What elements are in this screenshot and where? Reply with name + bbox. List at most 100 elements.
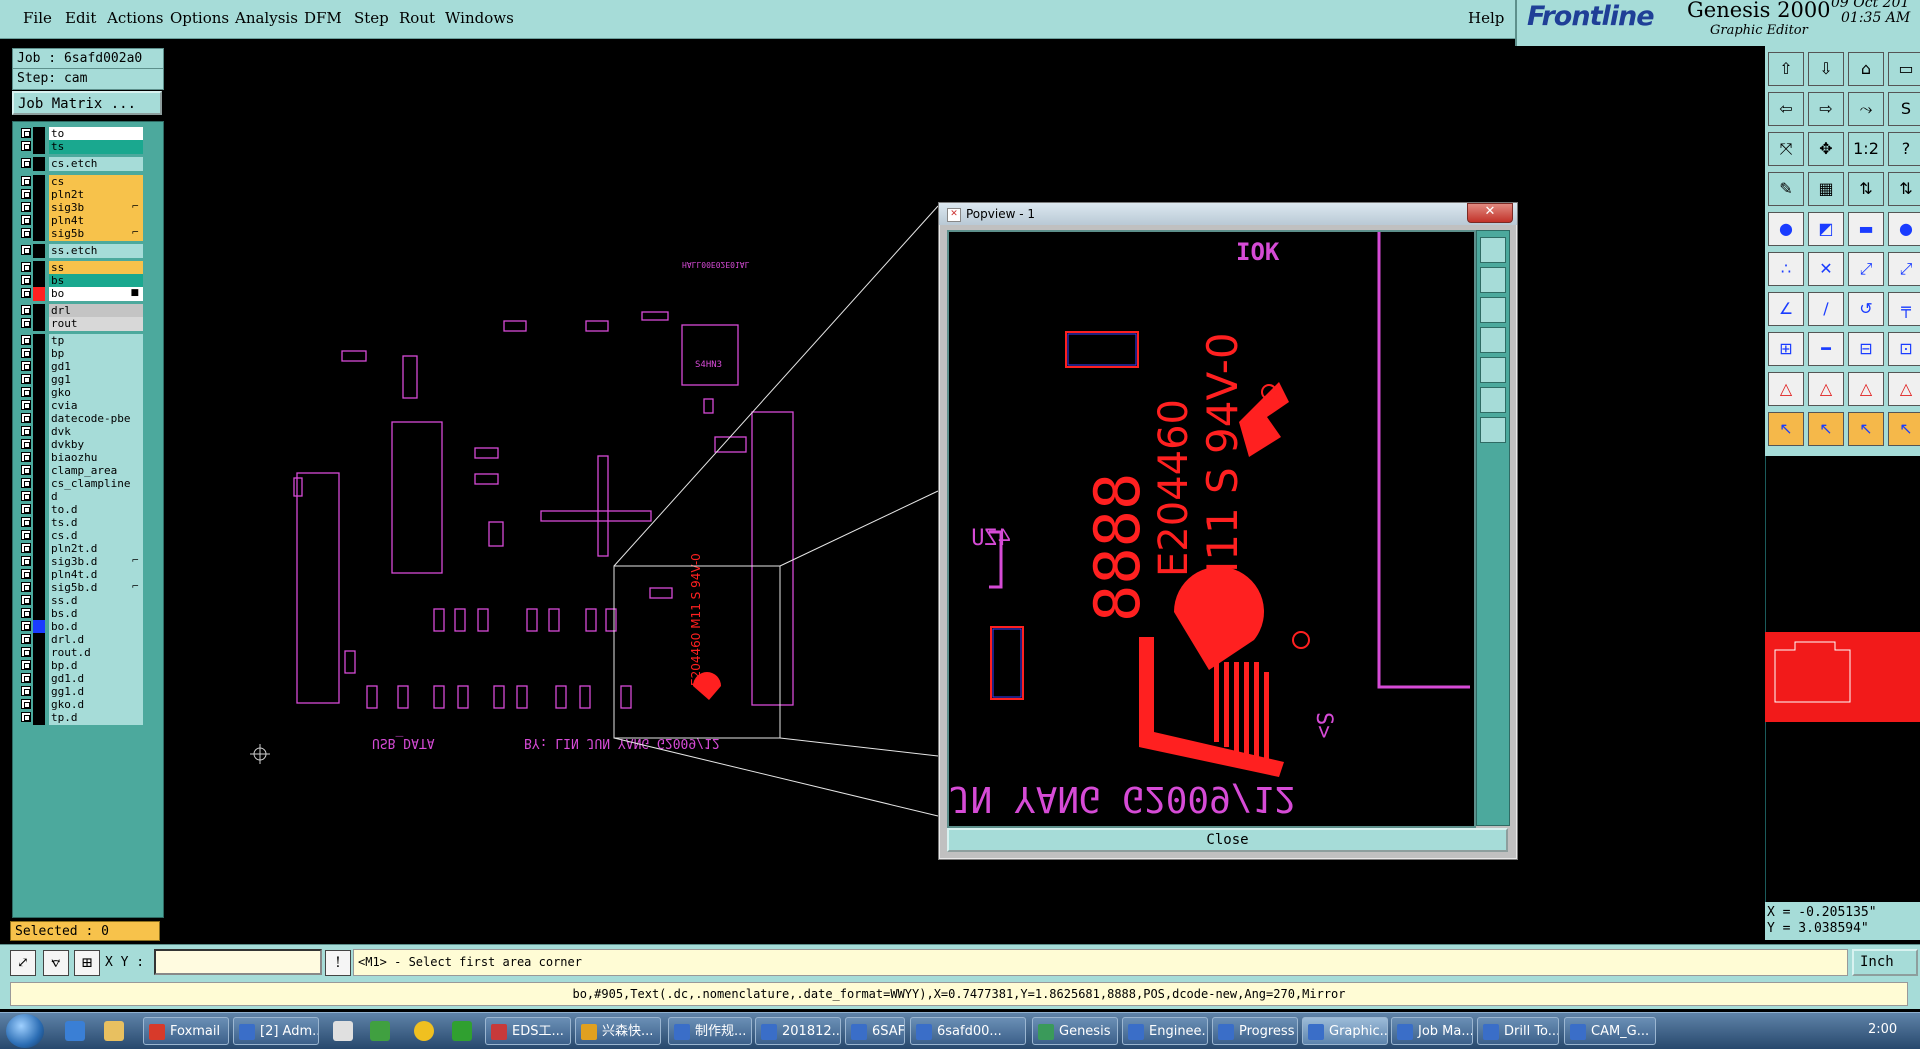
tool-button[interactable]: ⊡: [1888, 332, 1920, 366]
layer-checkbox[interactable]: [21, 245, 31, 255]
tool-button[interactable]: ━: [1808, 332, 1844, 366]
tool-button[interactable]: ⊟: [1848, 332, 1884, 366]
layer-checkbox[interactable]: [21, 569, 31, 579]
layer-row[interactable]: rout: [19, 317, 145, 331]
layer-row[interactable]: datecode-pbe: [19, 412, 145, 426]
layer-name[interactable]: gd1.d: [49, 672, 143, 686]
app-icon[interactable]: [370, 1021, 390, 1041]
layer-row[interactable]: sig3b.d ⌐: [19, 555, 145, 569]
layer-row[interactable]: pln4t: [19, 214, 145, 228]
tool-button[interactable]: ✕: [1808, 252, 1844, 286]
tool-button[interactable]: △: [1888, 372, 1920, 406]
layer-color-swatch[interactable]: [33, 594, 45, 608]
menu-help[interactable]: Help: [1468, 9, 1504, 27]
layer-row[interactable]: cs: [19, 175, 145, 189]
tray-clock[interactable]: 2:00: [1868, 1022, 1897, 1037]
menu-options[interactable]: Options: [170, 9, 229, 27]
layer-color-swatch[interactable]: [33, 464, 45, 478]
layer-name[interactable]: sig5b: [49, 227, 143, 241]
menu-analysis[interactable]: Analysis: [235, 9, 298, 27]
tool-button[interactable]: ∠: [1768, 292, 1804, 326]
layer-row[interactable]: dvk: [19, 425, 145, 439]
layer-color-swatch[interactable]: [33, 490, 45, 504]
layer-color-swatch[interactable]: [33, 140, 45, 154]
app-icon[interactable]: [452, 1021, 472, 1041]
popview-close-x-button[interactable]: ✕: [1467, 203, 1513, 223]
layer-name[interactable]: sig3b.d: [49, 555, 143, 569]
taskbar-item[interactable]: Progress: [1212, 1017, 1298, 1045]
tool-button[interactable]: ▬: [1848, 212, 1884, 246]
layer-color-swatch[interactable]: [33, 334, 45, 348]
tool-button[interactable]: ↖: [1888, 412, 1920, 446]
layer-checkbox[interactable]: [21, 517, 31, 527]
taskbar-item[interactable]: Drill To...: [1477, 1017, 1559, 1045]
taskbar-item[interactable]: 制作规...: [668, 1017, 752, 1045]
tool-button[interactable]: ⇅: [1888, 172, 1920, 206]
layer-checkbox[interactable]: [21, 634, 31, 644]
popview-tool-5[interactable]: [1480, 357, 1506, 383]
layer-row[interactable]: ts.d: [19, 516, 145, 530]
layer-row[interactable]: bo.d: [19, 620, 145, 634]
layer-color-swatch[interactable]: [33, 201, 45, 215]
menu-actions[interactable]: Actions: [107, 9, 163, 27]
layer-checkbox[interactable]: [21, 387, 31, 397]
tool-button[interactable]: ⊞: [1768, 332, 1804, 366]
tool-button[interactable]: ⤢: [1848, 252, 1884, 286]
layer-color-swatch[interactable]: [33, 127, 45, 141]
layer-checkbox[interactable]: [21, 288, 31, 298]
taskbar-item[interactable]: 6SAFD0...: [845, 1017, 905, 1045]
layer-color-swatch[interactable]: [33, 287, 45, 301]
layer-color-swatch[interactable]: [33, 685, 45, 699]
tool-button[interactable]: ▦: [1808, 172, 1844, 206]
taskbar-item[interactable]: Enginee...: [1122, 1017, 1208, 1045]
tool-button[interactable]: ↖: [1848, 412, 1884, 446]
layer-checkbox[interactable]: [21, 374, 31, 384]
tool-button[interactable]: △: [1808, 372, 1844, 406]
tool-button[interactable]: ⤳: [1848, 92, 1884, 126]
layer-color-swatch[interactable]: [33, 360, 45, 374]
layer-row[interactable]: biaozhu: [19, 451, 145, 465]
layer-color-swatch[interactable]: [33, 373, 45, 387]
layer-row[interactable]: bo ■: [19, 287, 145, 301]
layer-row[interactable]: gko: [19, 386, 145, 400]
layer-color-swatch[interactable]: [33, 274, 45, 288]
layer-color-swatch[interactable]: [33, 568, 45, 582]
layer-name[interactable]: bo: [49, 287, 143, 301]
layer-row[interactable]: ss: [19, 261, 145, 275]
layer-row[interactable]: bp: [19, 347, 145, 361]
layer-row[interactable]: pln4t.d: [19, 568, 145, 582]
layer-name[interactable]: pln2t: [49, 188, 143, 202]
layer-name[interactable]: datecode-pbe: [49, 412, 143, 426]
popview-tool-7[interactable]: [1480, 417, 1506, 443]
tool-button[interactable]: ●: [1768, 212, 1804, 246]
layer-name[interactable]: rout: [49, 317, 143, 331]
layer-name[interactable]: cs: [49, 175, 143, 189]
layer-row[interactable]: tp: [19, 334, 145, 348]
layer-color-swatch[interactable]: [33, 438, 45, 452]
tool-button[interactable]: ⌂: [1848, 52, 1884, 86]
notepad-icon[interactable]: [333, 1021, 353, 1041]
tool-button[interactable]: ∕: [1808, 292, 1844, 326]
layer-checkbox[interactable]: [21, 595, 31, 605]
layer-color-swatch[interactable]: [33, 711, 45, 725]
layer-color-swatch[interactable]: [33, 581, 45, 595]
layer-name[interactable]: to.d: [49, 503, 143, 517]
layer-row[interactable]: rout.d: [19, 646, 145, 660]
layer-color-swatch[interactable]: [33, 451, 45, 465]
layer-checkbox[interactable]: [21, 141, 31, 151]
layer-color-swatch[interactable]: [33, 659, 45, 673]
layer-row[interactable]: ss.d: [19, 594, 145, 608]
layer-color-swatch[interactable]: [33, 347, 45, 361]
tool-button[interactable]: ↖: [1808, 412, 1844, 446]
layer-checkbox[interactable]: [21, 699, 31, 709]
popview-tool-6[interactable]: [1480, 387, 1506, 413]
layer-name[interactable]: drl.d: [49, 633, 143, 647]
layer-checkbox[interactable]: [21, 673, 31, 683]
layer-checkbox[interactable]: [21, 202, 31, 212]
layer-name[interactable]: ss.d: [49, 594, 143, 608]
layer-name[interactable]: bs: [49, 274, 143, 288]
xy-input[interactable]: [154, 949, 322, 975]
popview-canvas[interactable]: IOK 8888 E204460 M11 S 94V-0 4ZU JN YANG…: [947, 230, 1476, 828]
layer-row[interactable]: sig3b ⌐: [19, 201, 145, 215]
menu-rout[interactable]: Rout: [399, 9, 435, 27]
